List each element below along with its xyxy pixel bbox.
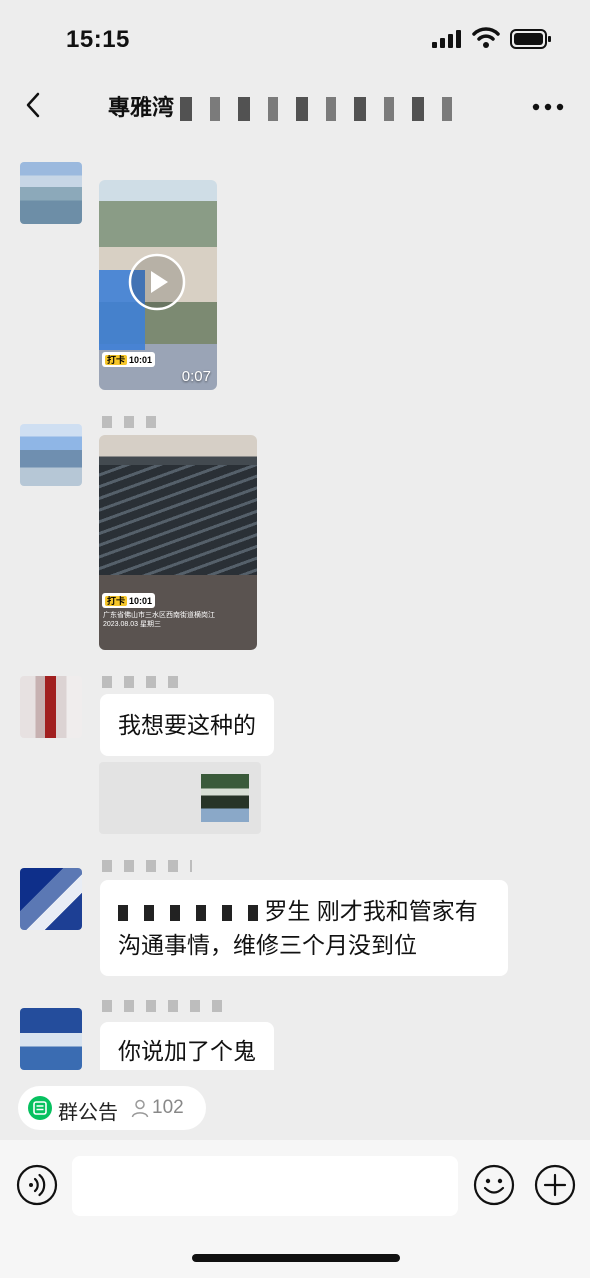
message-input[interactable]	[72, 1156, 458, 1216]
video-message[interactable]: 打卡 10:01 0:07	[99, 180, 217, 390]
sender-name	[102, 1000, 222, 1012]
avatar[interactable]	[20, 1008, 82, 1070]
voice-icon[interactable]	[16, 1164, 58, 1206]
video-duration: 0:07	[181, 368, 211, 385]
status-time: 15:15	[66, 26, 130, 53]
person-icon	[131, 1099, 149, 1118]
group-notice-label: 群公告	[58, 1102, 118, 1124]
message-list[interactable]: 打卡 10:01 0:07 打卡 10:01 广东省佛山市三水区西南街道横岗江 20…	[0, 140, 590, 1070]
sender-name	[102, 416, 162, 428]
title-mosaic	[180, 97, 471, 122]
punch-tag: 打卡 10:01	[102, 593, 156, 608]
member-count: 102	[152, 1097, 184, 1118]
message-text: 我想要这种的	[118, 712, 256, 738]
group-title[interactable]: 專雅湾	[108, 90, 488, 122]
play-icon[interactable]	[128, 253, 186, 311]
announcement-icon	[28, 1096, 52, 1120]
link-thumbnail	[201, 774, 249, 822]
group-notice-button[interactable]: 群公告 102	[18, 1086, 206, 1130]
avatar[interactable]	[20, 676, 82, 738]
avatar[interactable]	[20, 162, 82, 224]
photo-watermark: 广东省佛山市三水区西南街道横岗江 2023.08.03 星期三	[103, 612, 215, 628]
chat-header: 專雅湾	[0, 78, 590, 134]
message-line: 罗生 刚才我和管家有	[118, 894, 490, 928]
avatar[interactable]	[20, 424, 82, 486]
message-bubble[interactable]: 罗生 刚才我和管家有 沟通事情，维修三个月没到位	[100, 880, 508, 976]
message-bubble[interactable]: 我想要这种的	[100, 694, 274, 756]
punch-tag: 打卡 10:01	[102, 352, 156, 367]
home-indicator	[192, 1254, 400, 1262]
sender-name	[102, 676, 182, 688]
message-bubble[interactable]: 你说加了个鬼	[100, 1022, 274, 1070]
roof-photo	[99, 465, 257, 575]
image-message[interactable]: 打卡 10:01 广东省佛山市三水区西南街道横岗江 2023.08.03 星期三	[99, 435, 257, 650]
input-bar	[0, 1140, 590, 1278]
signal-icon	[432, 30, 461, 48]
battery-icon	[510, 29, 551, 49]
wifi-icon	[472, 27, 500, 48]
link-card[interactable]	[99, 762, 261, 834]
message-text: 你说加了个鬼	[118, 1038, 256, 1064]
avatar[interactable]	[20, 868, 82, 930]
emoji-icon[interactable]	[473, 1164, 515, 1206]
sender-name	[102, 860, 192, 872]
mention-mosaic	[118, 904, 258, 921]
more-icon[interactable]	[532, 102, 564, 112]
group-title-text: 專雅湾	[108, 95, 175, 120]
back-icon[interactable]	[22, 90, 46, 120]
status-bar: 15:15	[0, 0, 590, 78]
message-line: 沟通事情，维修三个月没到位	[118, 932, 417, 958]
plus-icon[interactable]	[534, 1164, 576, 1206]
